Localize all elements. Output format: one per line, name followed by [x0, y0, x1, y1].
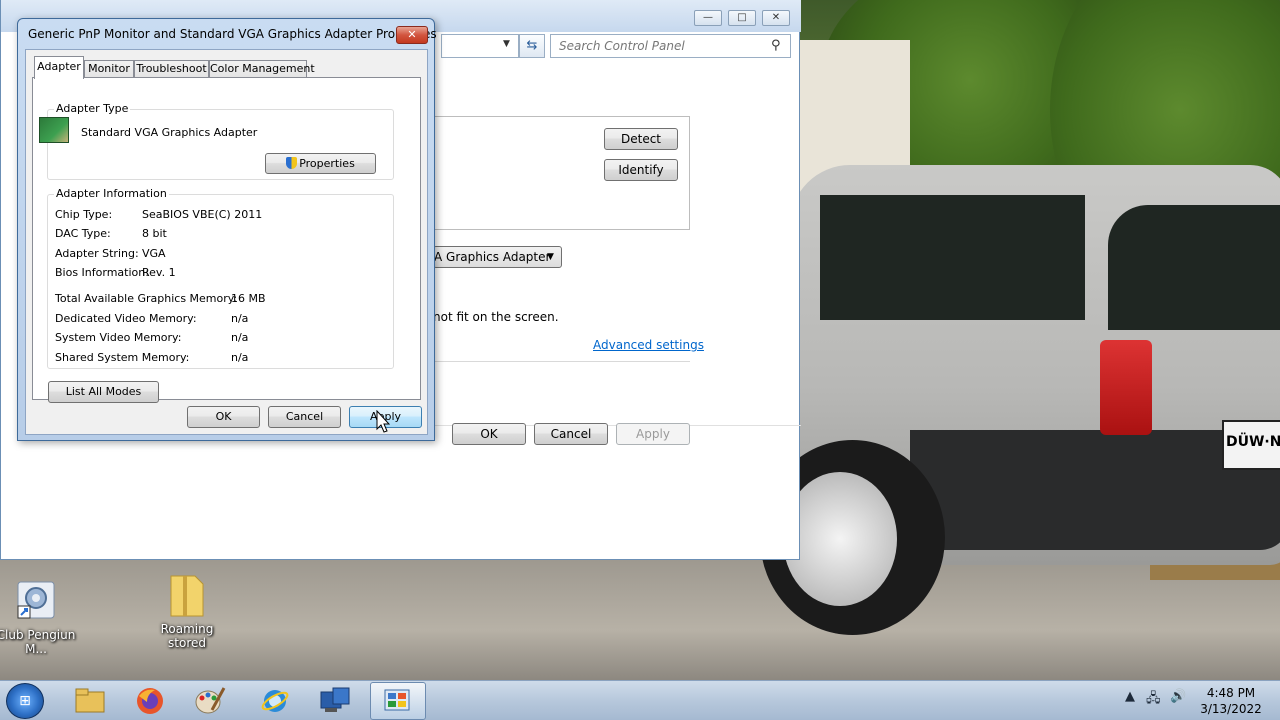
adapter-information-group: Adapter Information Chip Type: SeaBIOS V… [47, 187, 394, 369]
adapter-tab-page: Adapter Type Standard VGA Graphics Adapt… [32, 77, 421, 403]
dialog-client: Adapter Monitor Troubleshoot Color Manag… [25, 49, 428, 435]
chip-type-label: Chip Type: [55, 208, 113, 221]
shared-memory-value: n/a [231, 351, 249, 364]
folder-icon [165, 572, 209, 617]
dialog-title: Generic PnP Monitor and Standard VGA Gra… [28, 27, 437, 41]
dac-type-value: 8 bit [142, 227, 167, 240]
clock-date: 3/13/2022 [1200, 702, 1262, 716]
cp-ok-button[interactable]: OK [452, 423, 526, 445]
uac-shield-icon [286, 157, 298, 169]
dedicated-memory-label: Dedicated Video Memory: [55, 312, 197, 325]
car-window [820, 195, 1085, 320]
taskbar-internet-explorer-icon[interactable] [247, 682, 303, 720]
taskbar-firefox-icon[interactable] [122, 682, 178, 720]
resolution-info-text: not fit on the screen. [433, 310, 559, 324]
taskbar: ⊞ ▲ 🖧 🔊 4:48 PM 3/13/2022 [0, 680, 1280, 720]
desktop-icon-label: Roaming stored [160, 622, 214, 650]
adapter-name: Standard VGA Graphics Adapter [81, 126, 258, 139]
system-memory-value: n/a [231, 331, 249, 344]
desktop-icon-label: Club Pengiun M... [0, 628, 76, 656]
desktop-icon-club-penguin[interactable]: Club Pengiun M... [0, 578, 76, 656]
tab-adapter[interactable]: Adapter [34, 56, 84, 79]
maximize-button[interactable]: □ [728, 10, 756, 26]
properties-button-label: Properties [299, 157, 355, 170]
desktop: DÜW·NO 96 — □ ✕ ▼ ⇆ Search Control Panel… [0, 0, 1280, 720]
search-input[interactable]: Search Control Panel [550, 34, 791, 58]
car-license-plate: DÜW·NO 96 [1222, 420, 1280, 470]
mouse-cursor-icon [376, 410, 390, 433]
total-memory-value: 16 MB [231, 292, 266, 305]
search-icon[interactable]: ⚲ [771, 38, 781, 53]
list-all-modes-button[interactable]: List All Modes [48, 381, 159, 403]
chevron-down-icon[interactable]: ▼ [547, 252, 554, 262]
display-select[interactable]: A Graphics Adapter [433, 246, 562, 268]
cp-cancel-button[interactable]: Cancel [534, 423, 608, 445]
graphics-card-icon [39, 117, 69, 143]
address-dropdown-icon[interactable]: ▼ [503, 39, 510, 49]
adapter-information-legend: Adapter Information [54, 187, 169, 200]
bios-information-label: Bios Information: [55, 266, 149, 279]
minimize-button[interactable]: — [694, 10, 722, 26]
advanced-settings-link[interactable]: Advanced settings [593, 338, 704, 352]
car-taillight [1100, 340, 1152, 435]
bios-information-value: Rev. 1 [142, 266, 176, 279]
close-button[interactable]: ✕ [762, 10, 790, 26]
taskbar-control-panel-icon[interactable] [370, 682, 426, 720]
show-hidden-icons[interactable]: ▲ [1125, 689, 1135, 704]
desktop-icon-roaming-stored[interactable]: Roaming stored [147, 572, 227, 650]
dialog-cancel-button[interactable]: Cancel [268, 406, 341, 428]
detect-button[interactable]: Detect [604, 128, 678, 150]
dialog-close-button[interactable]: ✕ [396, 26, 428, 44]
system-memory-label: System Video Memory: [55, 331, 182, 344]
car-rear-window [1108, 205, 1280, 330]
tab-color-management[interactable]: Color Management [209, 60, 315, 78]
chip-type-value: SeaBIOS VBE(C) 2011 [142, 208, 263, 221]
club-penguin-shortcut-icon [14, 578, 58, 622]
adapter-string-label: Adapter String: [55, 247, 139, 260]
taskbar-remote-desktop-icon[interactable] [307, 682, 363, 720]
taskbar-paint-icon[interactable] [182, 682, 238, 720]
identify-button[interactable]: Identify [604, 159, 678, 181]
dedicated-memory-value: n/a [231, 312, 249, 325]
system-clock[interactable]: 4:48 PM 3/13/2022 [1196, 685, 1266, 717]
volume-icon[interactable]: 🔊 [1170, 689, 1186, 704]
adapter-type-legend: Adapter Type [54, 102, 131, 115]
network-icon[interactable]: 🖧 [1146, 689, 1161, 711]
tab-troubleshoot[interactable]: Troubleshoot [134, 60, 209, 78]
refresh-icon[interactable]: ⇆ [519, 34, 545, 58]
properties-button[interactable]: Properties [265, 153, 376, 174]
taskbar-explorer-icon[interactable] [62, 682, 118, 720]
adapter-type-group: Adapter Type Standard VGA Graphics Adapt… [39, 102, 394, 180]
adapter-string-value: VGA [142, 247, 166, 260]
cp-apply-button[interactable]: Apply [616, 423, 690, 445]
start-button[interactable]: ⊞ [6, 683, 44, 719]
dac-type-label: DAC Type: [55, 227, 111, 240]
tab-monitor[interactable]: Monitor [84, 60, 134, 78]
car-rim [783, 472, 897, 606]
dialog-ok-button[interactable]: OK [187, 406, 260, 428]
adapter-properties-dialog: Generic PnP Monitor and Standard VGA Gra… [17, 18, 437, 441]
total-memory-label: Total Available Graphics Memory: [55, 292, 238, 305]
divider [433, 361, 690, 362]
clock-time: 4:48 PM [1206, 686, 1256, 700]
shared-memory-label: Shared System Memory: [55, 351, 190, 364]
